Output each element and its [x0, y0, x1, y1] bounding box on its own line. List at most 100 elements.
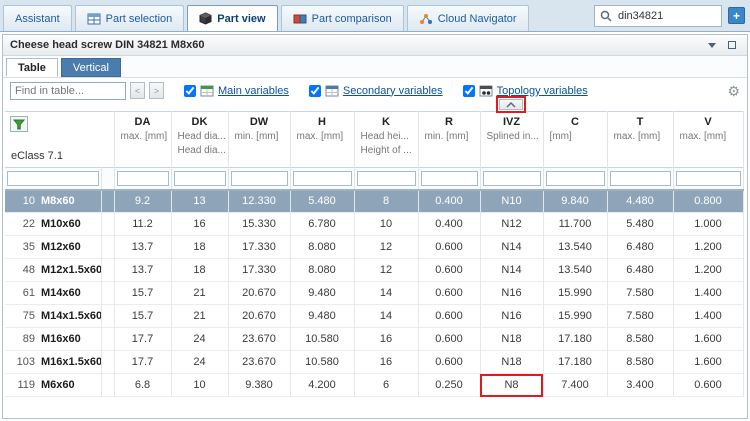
- table-row[interactable]: 89M16x60 17.7 24 23.670 10.580 16 0.600 …: [5, 328, 743, 351]
- cell[interactable]: 9.840: [543, 190, 607, 213]
- cell[interactable]: 13.7: [114, 236, 171, 259]
- row-label-cell[interactable]: 75M14x1.5x60: [5, 305, 101, 328]
- cell[interactable]: 23.670: [228, 351, 290, 374]
- row-label-cell[interactable]: 22M10x60: [5, 213, 101, 236]
- tab-part-selection[interactable]: Part selection: [75, 5, 185, 31]
- filter-funnel-icon[interactable]: [10, 116, 28, 132]
- cell[interactable]: 8.080: [290, 236, 354, 259]
- cell[interactable]: 9.2: [114, 190, 171, 213]
- cell[interactable]: 6.480: [607, 259, 673, 282]
- cell[interactable]: 13.7: [114, 259, 171, 282]
- cell[interactable]: 8.080: [290, 259, 354, 282]
- tab-assistant[interactable]: Assistant: [3, 5, 72, 31]
- cell[interactable]: 1.600: [673, 351, 743, 374]
- cell[interactable]: N12: [480, 213, 543, 236]
- column-header-dk[interactable]: DK Head dia... Head dia...: [171, 112, 228, 168]
- cell[interactable]: 0.250: [418, 374, 480, 397]
- cell[interactable]: 1.400: [673, 305, 743, 328]
- cell[interactable]: 0.600: [418, 305, 480, 328]
- add-tab-button[interactable]: +: [728, 7, 745, 24]
- cell[interactable]: 13.540: [543, 259, 607, 282]
- cell[interactable]: 24: [171, 351, 228, 374]
- column-header-c[interactable]: C [mm]: [543, 112, 607, 168]
- cell[interactable]: 15.7: [114, 305, 171, 328]
- column-header-v[interactable]: V max. [mm]: [673, 112, 743, 168]
- cell[interactable]: 14: [354, 305, 418, 328]
- cell[interactable]: N14: [480, 236, 543, 259]
- cell[interactable]: 21: [171, 282, 228, 305]
- row-label-cell[interactable]: 61M14x60: [5, 282, 101, 305]
- column-header-h[interactable]: H max. [mm]: [290, 112, 354, 168]
- table-row[interactable]: 61M14x60 15.7 21 20.670 9.480 14 0.600 N…: [5, 282, 743, 305]
- secondary-variables-link[interactable]: Secondary variables: [343, 85, 443, 97]
- cell[interactable]: 17.180: [543, 351, 607, 374]
- cell[interactable]: 17.7: [114, 328, 171, 351]
- cell[interactable]: 8: [354, 190, 418, 213]
- cell[interactable]: N14: [480, 259, 543, 282]
- cell[interactable]: 0.600: [418, 351, 480, 374]
- cell[interactable]: N10: [480, 190, 543, 213]
- cell[interactable]: 12: [354, 236, 418, 259]
- cell[interactable]: 0.400: [418, 213, 480, 236]
- tab-part-view[interactable]: Part view: [187, 5, 277, 31]
- cell[interactable]: 10: [171, 374, 228, 397]
- row-label-cell[interactable]: 103M16x1.5x60: [5, 351, 101, 374]
- table-row[interactable]: 75M14x1.5x60 15.7 21 20.670 9.480 14 0.6…: [5, 305, 743, 328]
- cell[interactable]: 18: [171, 259, 228, 282]
- cell[interactable]: 17.7: [114, 351, 171, 374]
- cell[interactable]: 8.580: [607, 351, 673, 374]
- row-label-cell[interactable]: 89M16x60: [5, 328, 101, 351]
- find-next-button[interactable]: >: [149, 82, 164, 99]
- cell[interactable]: 9.480: [290, 282, 354, 305]
- cell[interactable]: N16: [480, 305, 543, 328]
- column-header-ivz[interactable]: IVZ Splined in...: [480, 112, 543, 168]
- cell[interactable]: 1.200: [673, 236, 743, 259]
- cell[interactable]: 23.670: [228, 328, 290, 351]
- cell[interactable]: 4.480: [607, 190, 673, 213]
- cell[interactable]: 12: [354, 259, 418, 282]
- tab-cloud-navigator[interactable]: Cloud Navigator: [407, 5, 529, 31]
- table-row[interactable]: 22M10x60 11.2 16 15.330 6.780 10 0.400 N…: [5, 213, 743, 236]
- cell[interactable]: 16: [354, 328, 418, 351]
- cell[interactable]: 3.400: [607, 374, 673, 397]
- cell[interactable]: 13: [171, 190, 228, 213]
- cell[interactable]: 5.480: [290, 190, 354, 213]
- tab-table-view[interactable]: Table: [6, 58, 58, 77]
- cell[interactable]: 6.8: [114, 374, 171, 397]
- tab-part-comparison[interactable]: Part comparison: [281, 5, 404, 31]
- search-input[interactable]: [616, 9, 716, 23]
- cell[interactable]: 15.330: [228, 213, 290, 236]
- cell[interactable]: 15.7: [114, 282, 171, 305]
- cell[interactable]: 0.800: [673, 190, 743, 213]
- cell[interactable]: 13.540: [543, 236, 607, 259]
- cell[interactable]: 7.400: [543, 374, 607, 397]
- cell[interactable]: 16: [354, 351, 418, 374]
- cell[interactable]: N18: [480, 328, 543, 351]
- row-label-cell[interactable]: 48M12x1.5x60: [5, 259, 101, 282]
- cell[interactable]: 14: [354, 282, 418, 305]
- filter-input-dk[interactable]: [174, 171, 226, 186]
- cell[interactable]: 20.670: [228, 305, 290, 328]
- cell[interactable]: 18: [171, 236, 228, 259]
- float-panel-icon[interactable]: [723, 38, 740, 53]
- cell[interactable]: 24: [171, 328, 228, 351]
- row-label-cell[interactable]: 35M12x60: [5, 236, 101, 259]
- find-previous-button[interactable]: <: [130, 82, 145, 99]
- cell[interactable]: 0.600: [418, 328, 480, 351]
- cell[interactable]: 1.000: [673, 213, 743, 236]
- table-row[interactable]: 35M12x60 13.7 18 17.330 8.080 12 0.600 N…: [5, 236, 743, 259]
- main-variables-checkbox[interactable]: [184, 85, 196, 97]
- cell[interactable]: 7.580: [607, 282, 673, 305]
- cell[interactable]: 8.580: [607, 328, 673, 351]
- cell[interactable]: 0.600: [673, 374, 743, 397]
- cell[interactable]: 7.580: [607, 305, 673, 328]
- cell[interactable]: 11.700: [543, 213, 607, 236]
- column-header-t[interactable]: T max. [mm]: [607, 112, 673, 168]
- column-header-dw[interactable]: DW min. [mm]: [228, 112, 290, 168]
- collapse-panel-icon[interactable]: [703, 38, 720, 53]
- cell[interactable]: N16: [480, 282, 543, 305]
- settings-gear-icon[interactable]: ⚙: [727, 84, 740, 98]
- cell[interactable]: 6.480: [607, 236, 673, 259]
- filter-input-h[interactable]: [293, 171, 352, 186]
- filter-input-c[interactable]: [546, 171, 605, 186]
